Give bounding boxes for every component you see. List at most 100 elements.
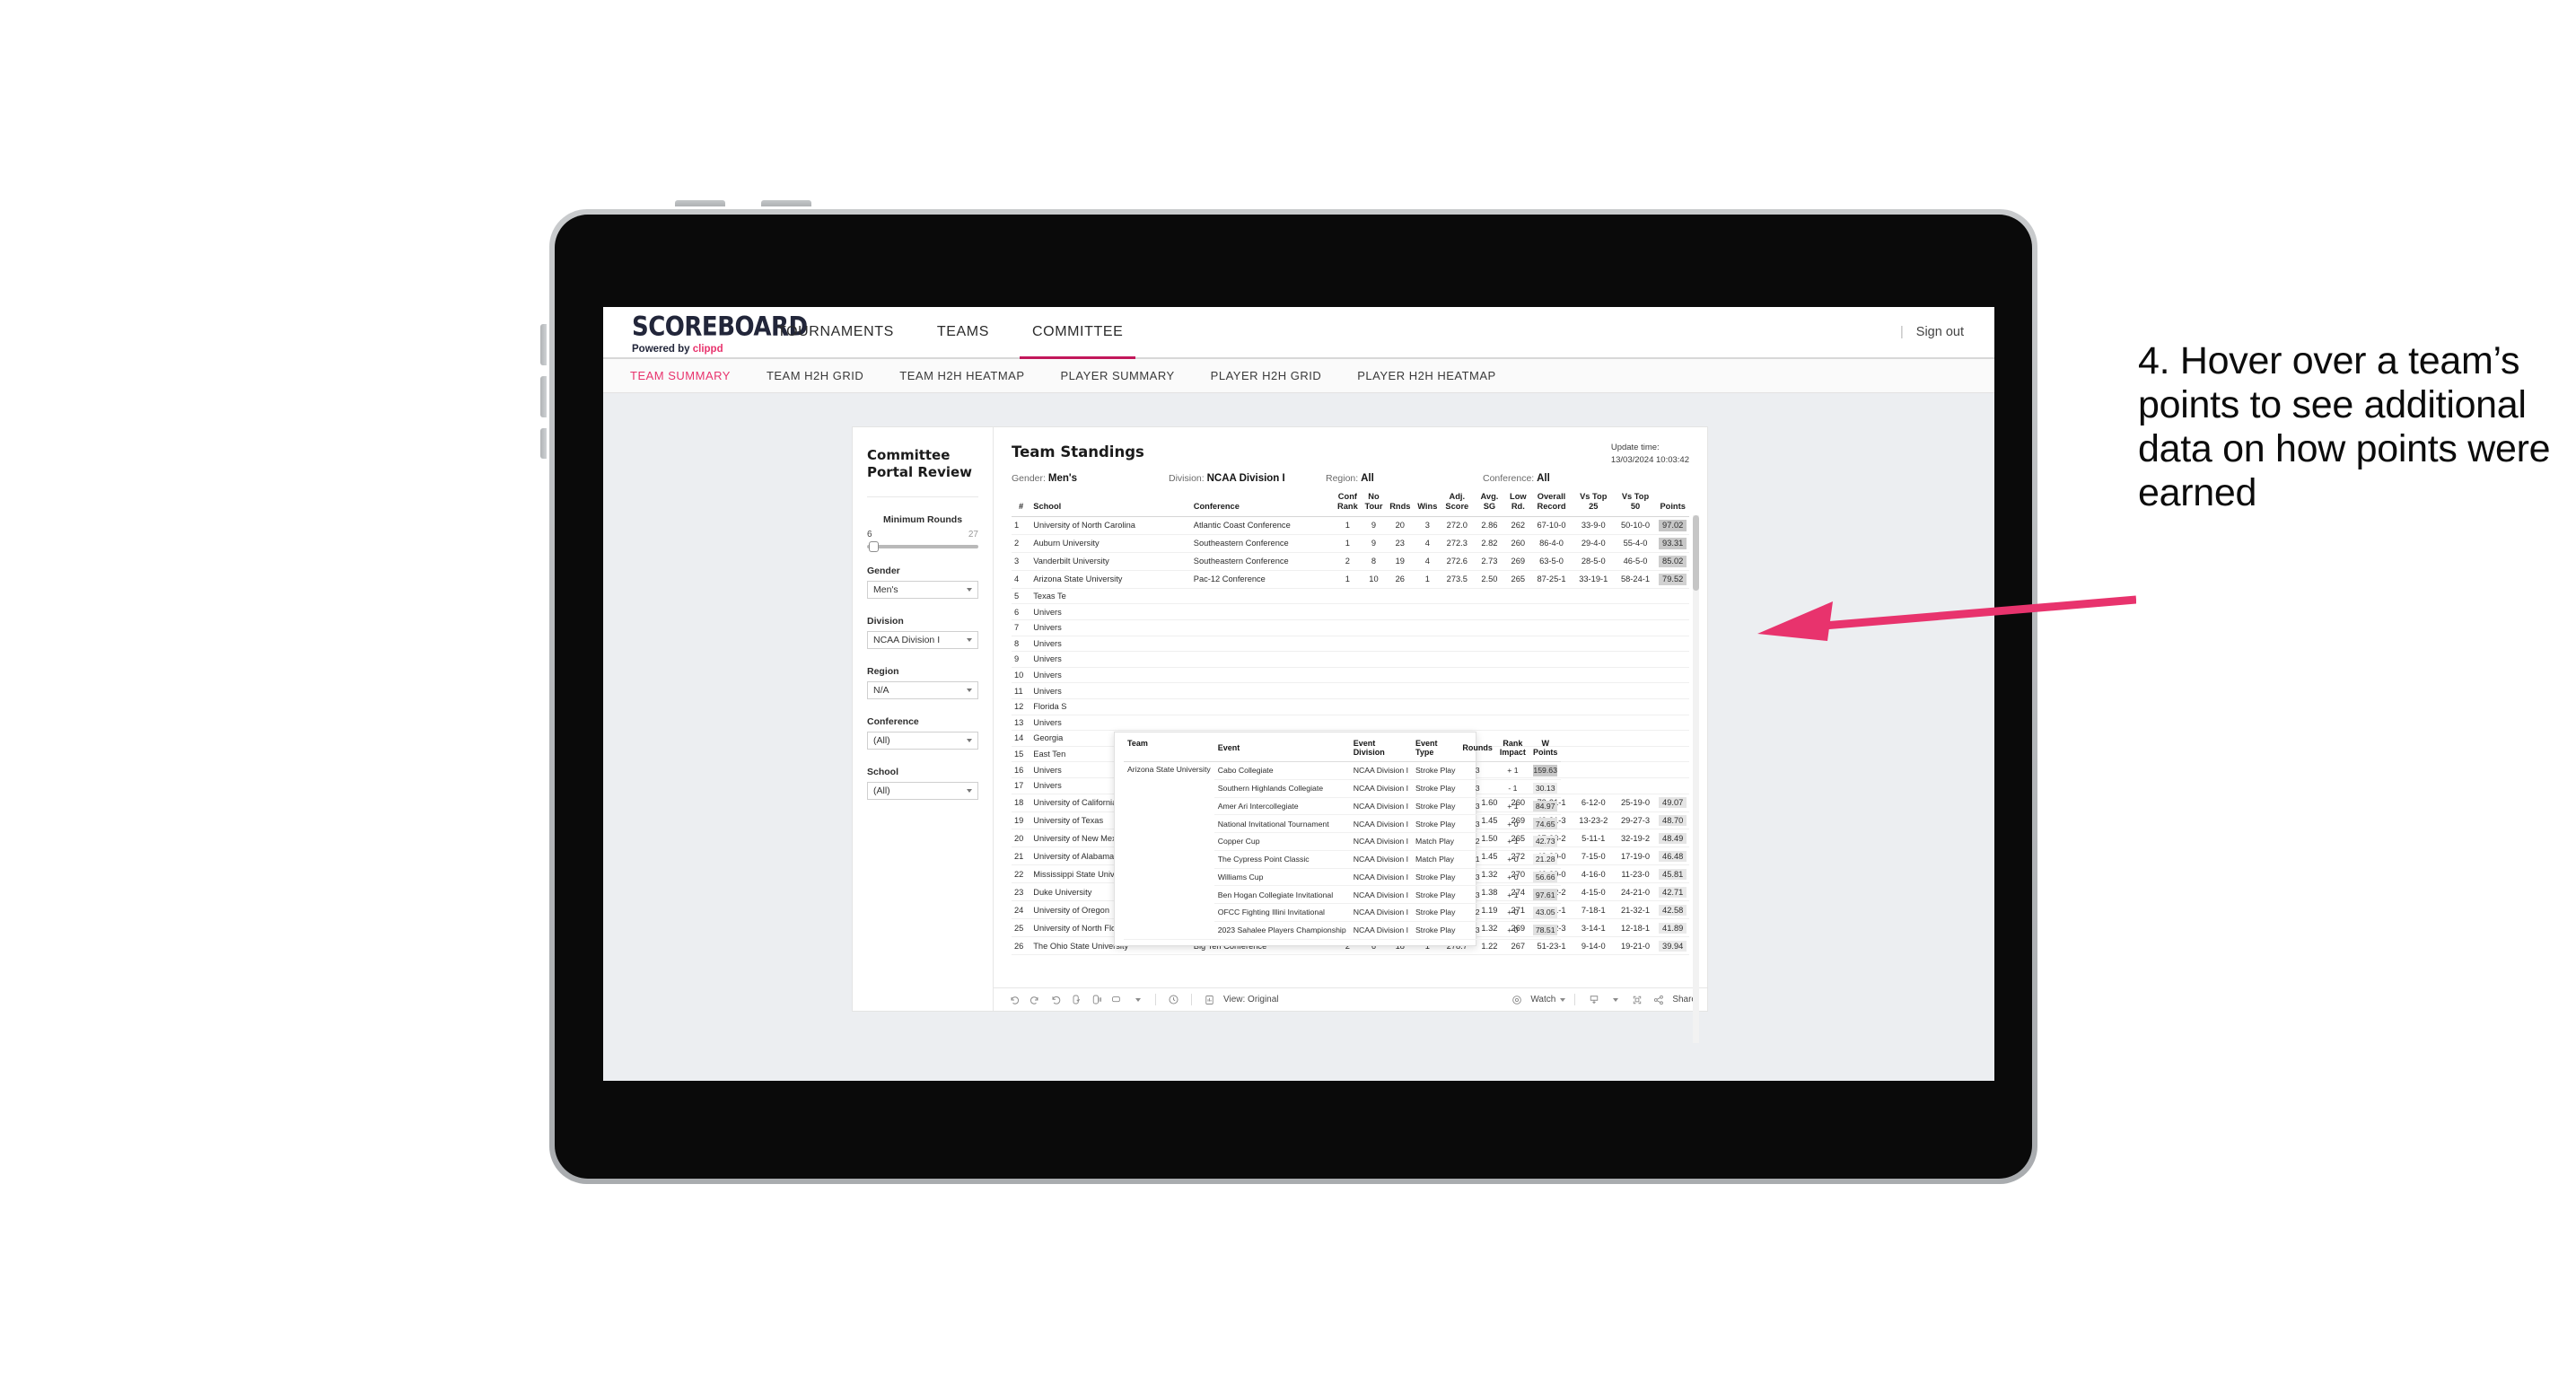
table-row[interactable]: 10 Univers: [1012, 667, 1689, 684]
col-conference[interactable]: Conference: [1190, 492, 1335, 517]
volume-down-button[interactable]: [540, 376, 547, 417]
col-wins[interactable]: Wins: [1414, 492, 1441, 517]
points-cell[interactable]: [1656, 667, 1689, 684]
points-cell[interactable]: 79.52: [1656, 570, 1689, 589]
gender-select[interactable]: Men's: [867, 581, 978, 600]
undo-icon[interactable]: [1004, 991, 1023, 1008]
division-select[interactable]: NCAA Division I: [867, 631, 978, 650]
table-row[interactable]: 8 Univers: [1012, 636, 1689, 653]
chevron-down-icon[interactable]: [1606, 991, 1625, 1008]
col-points[interactable]: Points: [1656, 492, 1689, 517]
table-row[interactable]: 2 Auburn University Southeastern Conferenc…: [1012, 534, 1689, 553]
col-no-tour[interactable]: No Tour: [1361, 492, 1387, 517]
refresh-data-icon[interactable]: [1066, 991, 1085, 1008]
points-value[interactable]: 42.71: [1659, 886, 1687, 899]
revert-icon[interactable]: [1046, 991, 1065, 1008]
side-button[interactable]: [540, 428, 547, 459]
col-low-rd[interactable]: Low Rd.: [1505, 492, 1531, 517]
view-original-button[interactable]: View: Original: [1200, 991, 1279, 1008]
table-row[interactable]: 4 Arizona State University Pac-12 Conferen…: [1012, 570, 1689, 589]
points-value[interactable]: 48.70: [1659, 814, 1687, 827]
volume-up-button[interactable]: [540, 324, 547, 365]
tab-team-summary[interactable]: TEAM SUMMARY: [630, 369, 754, 382]
share-button[interactable]: Share: [1649, 991, 1696, 1008]
col-vs-top-50[interactable]: Vs Top 50: [1614, 492, 1657, 517]
points-cell[interactable]: 93.31: [1656, 534, 1689, 553]
slider-handle[interactable]: [869, 541, 879, 553]
col-conf-rank[interactable]: Conf Rank: [1334, 492, 1362, 517]
points-value[interactable]: 79.52: [1659, 574, 1687, 585]
points-value[interactable]: 45.81: [1659, 868, 1687, 881]
signout-button[interactable]: Sign out: [1916, 325, 1964, 339]
points-cell[interactable]: 49.07: [1656, 794, 1689, 812]
history-icon[interactable]: [1164, 991, 1183, 1008]
fullscreen-icon[interactable]: [1627, 991, 1646, 1008]
points-cell[interactable]: 42.71: [1656, 882, 1689, 902]
conference-select[interactable]: (All): [867, 732, 978, 750]
table-row[interactable]: 7 Univers: [1012, 619, 1689, 636]
col-rank[interactable]: #: [1012, 492, 1031, 517]
table-row[interactable]: 13 Univers: [1012, 715, 1689, 732]
table-row[interactable]: 6 Univers: [1012, 603, 1689, 620]
points-cell[interactable]: [1656, 761, 1689, 778]
table-row[interactable]: 9 Univers: [1012, 651, 1689, 668]
points-value[interactable]: 85.02: [1659, 556, 1687, 567]
nav-item-tournaments[interactable]: TOURNAMENTS: [756, 307, 916, 357]
nav-item-teams[interactable]: TEAMS: [916, 307, 1011, 357]
redo-icon[interactable]: [1025, 991, 1044, 1008]
col-adj-score[interactable]: Adj. Score: [1441, 492, 1474, 517]
minimum-rounds-slider[interactable]: [867, 541, 978, 553]
watch-button[interactable]: Watch: [1507, 991, 1566, 1008]
table-row[interactable]: 12 Florida S: [1012, 698, 1689, 715]
points-cell[interactable]: [1656, 651, 1689, 668]
pause-updates-icon[interactable]: [1087, 991, 1106, 1008]
points-value[interactable]: 48.49: [1659, 832, 1687, 845]
points-cell[interactable]: [1656, 619, 1689, 636]
points-cell[interactable]: [1656, 698, 1689, 715]
table-scrollbar[interactable]: [1693, 515, 1699, 1043]
top-button-right[interactable]: [761, 200, 811, 206]
table-row[interactable]: 1 University of North Carolina Atlantic Co…: [1012, 516, 1689, 535]
col-avg-sg[interactable]: Avg. SG: [1473, 492, 1506, 517]
region-select[interactable]: N/A: [867, 681, 978, 700]
nav-item-committee[interactable]: COMMITTEE: [1011, 307, 1144, 359]
points-cell[interactable]: 45.81: [1656, 864, 1689, 884]
points-cell[interactable]: [1656, 777, 1689, 794]
col-school[interactable]: School: [1030, 492, 1191, 517]
scrollbar-thumb[interactable]: [1693, 515, 1699, 591]
tab-player-summary[interactable]: PLAYER SUMMARY: [1061, 369, 1198, 382]
points-cell[interactable]: 39.94: [1656, 936, 1689, 956]
points-cell[interactable]: 97.02: [1656, 516, 1689, 535]
points-cell[interactable]: 48.70: [1656, 811, 1689, 830]
points-cell[interactable]: [1656, 603, 1689, 620]
brand-logo[interactable]: SCOREBOARD Powered by clippd: [603, 307, 808, 357]
points-value[interactable]: 42.58: [1659, 904, 1687, 917]
device-preview-icon[interactable]: [1108, 991, 1126, 1008]
points-value[interactable]: 49.07: [1659, 796, 1687, 809]
points-value[interactable]: 93.31: [1659, 538, 1687, 549]
points-cell[interactable]: 41.89: [1656, 918, 1689, 938]
tab-team-h2h-grid[interactable]: TEAM H2H GRID: [767, 369, 887, 382]
chevron-down-icon[interactable]: [1128, 991, 1147, 1008]
points-cell[interactable]: 46.48: [1656, 847, 1689, 866]
table-row[interactable]: 3 Vanderbilt University Southeastern Confe…: [1012, 552, 1689, 571]
points-cell[interactable]: [1656, 682, 1689, 699]
table-row[interactable]: 5 Texas Te: [1012, 588, 1689, 605]
points-cell[interactable]: [1656, 715, 1689, 732]
school-select[interactable]: (All): [867, 782, 978, 801]
points-value[interactable]: 46.48: [1659, 850, 1687, 863]
tab-player-h2h-heatmap[interactable]: PLAYER H2H HEATMAP: [1357, 369, 1519, 382]
download-icon[interactable]: [1584, 991, 1603, 1008]
points-cell[interactable]: [1656, 746, 1689, 763]
tab-team-h2h-heatmap[interactable]: TEAM H2H HEATMAP: [899, 369, 1047, 382]
col-vs-top-25[interactable]: Vs Top 25: [1572, 492, 1615, 517]
points-cell[interactable]: [1656, 636, 1689, 653]
points-cell[interactable]: 85.02: [1656, 552, 1689, 571]
points-value[interactable]: 39.94: [1659, 940, 1687, 952]
points-cell[interactable]: 48.49: [1656, 829, 1689, 848]
points-cell[interactable]: 42.58: [1656, 900, 1689, 920]
points-value[interactable]: 97.02: [1659, 520, 1687, 531]
points-value[interactable]: 41.89: [1659, 922, 1687, 934]
points-cell[interactable]: [1656, 730, 1689, 747]
col-overall-record[interactable]: Overall Record: [1530, 492, 1573, 517]
